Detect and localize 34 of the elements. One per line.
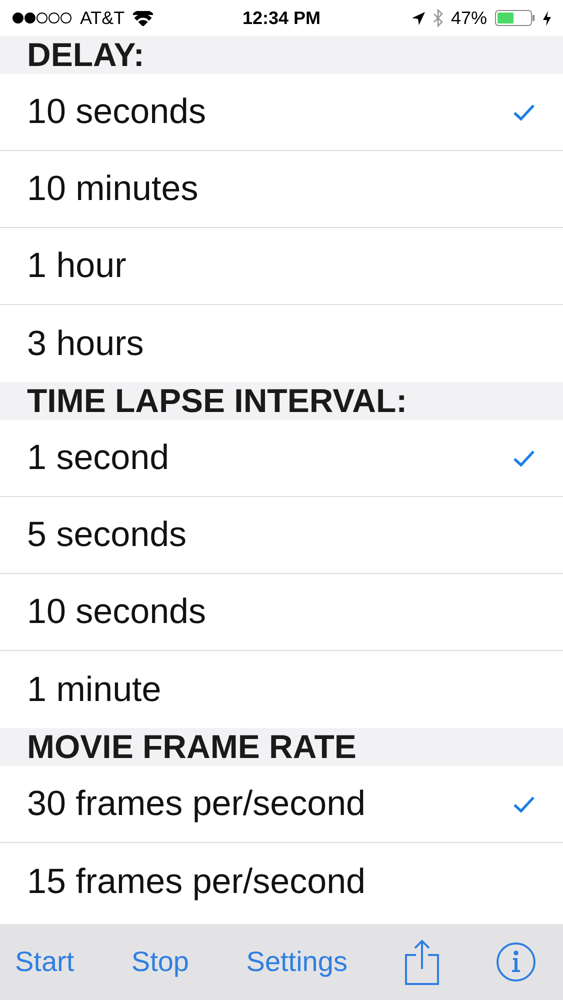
option-label: 1 minute (27, 670, 162, 710)
share-icon[interactable] (404, 939, 439, 985)
battery-percent: 47% (450, 8, 487, 28)
option-label: 5 seconds (27, 515, 187, 555)
option-row[interactable]: 3 hours (0, 305, 563, 382)
option-row[interactable]: 30 frames per/second (0, 766, 563, 843)
battery-icon (495, 10, 535, 26)
option-row[interactable]: 10 seconds (0, 74, 563, 151)
option-label: 10 minutes (27, 169, 198, 209)
option-row[interactable]: 1 minute (0, 651, 563, 728)
option-label: 30 frames per/second (27, 784, 366, 824)
option-row[interactable]: 15 frames per/second (0, 843, 563, 920)
carrier: AT&T (80, 8, 125, 28)
option-row[interactable]: 10 minutes (0, 151, 563, 228)
section-header: TIME LAPSE INTERVAL: (0, 382, 563, 420)
option-row[interactable]: 5 seconds (0, 497, 563, 574)
wifi-icon (132, 10, 153, 26)
info-icon[interactable] (496, 942, 536, 982)
signal-icon (12, 12, 72, 24)
clock: 12:34 PM (242, 8, 321, 28)
option-row[interactable]: 10 seconds (0, 574, 563, 651)
option-label: 15 frames per/second (27, 862, 366, 902)
bluetooth-icon (432, 9, 443, 27)
option-row[interactable]: 1 hour (0, 228, 563, 305)
option-label: 1 second (27, 438, 170, 478)
section-header: DELAY: (0, 36, 563, 74)
section-header: MOVIE FRAME RATE (0, 728, 563, 766)
option-label: 10 seconds (27, 92, 206, 132)
location-icon (412, 12, 425, 24)
option-label: 1 hour (27, 246, 126, 286)
option-row[interactable]: 1 second (0, 420, 563, 497)
charging-icon (543, 10, 551, 26)
option-label: 10 seconds (27, 592, 206, 632)
option-label: 3 hours (27, 324, 144, 364)
